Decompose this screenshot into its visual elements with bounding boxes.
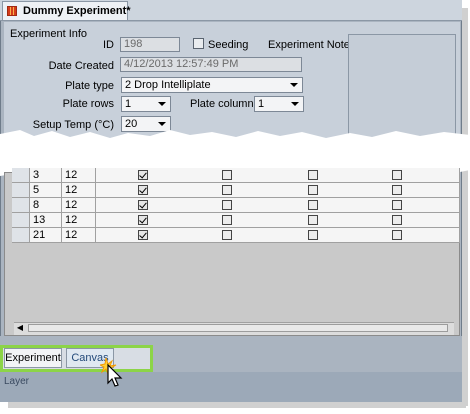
grid-checkbox[interactable] — [222, 200, 232, 210]
plate-columns-select[interactable]: 1 — [254, 96, 304, 112]
row-header[interactable] — [12, 213, 30, 228]
plate-rows-value: 1 — [125, 98, 132, 110]
chevron-down-icon — [290, 83, 298, 87]
row-label-cell: 21 — [30, 228, 62, 243]
window-shadow — [8, 402, 466, 408]
row-check-area — [96, 228, 460, 243]
id-field[interactable]: 198 — [120, 37, 180, 52]
chevron-down-icon — [291, 102, 299, 106]
grid-checkbox[interactable] — [222, 185, 232, 195]
table-row[interactable]: 3 12 — [4, 168, 460, 183]
row-header[interactable] — [12, 228, 30, 243]
row-value-cell: 12 — [62, 228, 96, 243]
scroll-left-icon[interactable]: ◀ — [14, 322, 26, 334]
grid-checkbox[interactable] — [138, 200, 148, 210]
row-value-cell: 12 — [62, 168, 96, 183]
mouse-cursor-icon — [100, 357, 123, 387]
seeding-checkbox[interactable] — [193, 38, 204, 49]
grid-checkbox[interactable] — [308, 215, 318, 225]
plate-columns-label: Plate columns — [190, 98, 260, 110]
plate-type-label: Plate type — [65, 80, 114, 92]
grid-checkbox[interactable] — [138, 170, 148, 180]
grid-checkbox[interactable] — [392, 170, 402, 180]
grid-checkbox[interactable] — [392, 215, 402, 225]
grid-checkbox[interactable] — [138, 230, 148, 240]
row-label-cell: 5 — [30, 183, 62, 198]
experiment-notes-label: Experiment Notes — [268, 39, 356, 51]
table-row[interactable]: 13 12 — [4, 213, 460, 228]
grid-checkbox[interactable] — [392, 200, 402, 210]
layer-panel-header — [0, 372, 462, 402]
table-row[interactable]: 21 12 — [4, 228, 460, 243]
row-label-cell: 13 — [30, 213, 62, 228]
row-value-cell: 12 — [62, 198, 96, 213]
row-label-cell: 8 — [30, 198, 62, 213]
grid-checkbox[interactable] — [392, 185, 402, 195]
document-tab[interactable]: Dummy Experiment* — [2, 1, 131, 20]
layer-label: Layer — [4, 376, 30, 387]
row-value-cell: 12 — [62, 213, 96, 228]
chevron-down-icon — [158, 102, 166, 106]
row-header[interactable] — [12, 168, 30, 183]
grid-checkbox[interactable] — [138, 215, 148, 225]
scrollbar-thumb[interactable] — [28, 324, 448, 332]
table-row[interactable]: 8 12 — [4, 198, 460, 213]
row-check-area — [96, 168, 460, 183]
plate-rows-label: Plate rows — [62, 98, 114, 110]
row-check-area — [96, 198, 460, 213]
grid-checkbox[interactable] — [222, 170, 232, 180]
row-check-area — [96, 183, 460, 198]
plate-columns-value: 1 — [258, 98, 265, 110]
row-value-cell: 12 — [62, 183, 96, 198]
document-tab-title: Dummy Experiment* — [23, 5, 131, 17]
plate-type-select[interactable]: 2 Drop Intelliplate — [121, 77, 303, 93]
row-header[interactable] — [12, 183, 30, 198]
table-row[interactable]: 5 12 — [4, 183, 460, 198]
row-label-cell: 3 — [30, 168, 62, 183]
grid-checkbox[interactable] — [308, 230, 318, 240]
grid-checkbox[interactable] — [222, 215, 232, 225]
row-check-area — [96, 213, 460, 228]
grid-checkbox[interactable] — [222, 230, 232, 240]
date-created-field[interactable]: 4/12/2013 12:57:49 PM — [120, 57, 302, 72]
grid-checkbox[interactable] — [138, 185, 148, 195]
grid-checkbox[interactable] — [392, 230, 402, 240]
window-shadow — [462, 8, 468, 406]
plate-rows-select[interactable]: 1 — [121, 96, 171, 112]
date-created-label: Date Created — [48, 60, 114, 72]
tab-experiment[interactable]: Experiment — [4, 348, 62, 368]
plate-type-value: 2 Drop Intelliplate — [125, 79, 211, 91]
grid-checkbox[interactable] — [308, 185, 318, 195]
plate-icon — [7, 6, 17, 16]
row-header[interactable] — [12, 198, 30, 213]
grid-checkbox[interactable] — [308, 170, 318, 180]
seeding-label: Seeding — [208, 39, 249, 51]
id-label: ID — [103, 39, 114, 51]
grid-checkbox[interactable] — [308, 200, 318, 210]
